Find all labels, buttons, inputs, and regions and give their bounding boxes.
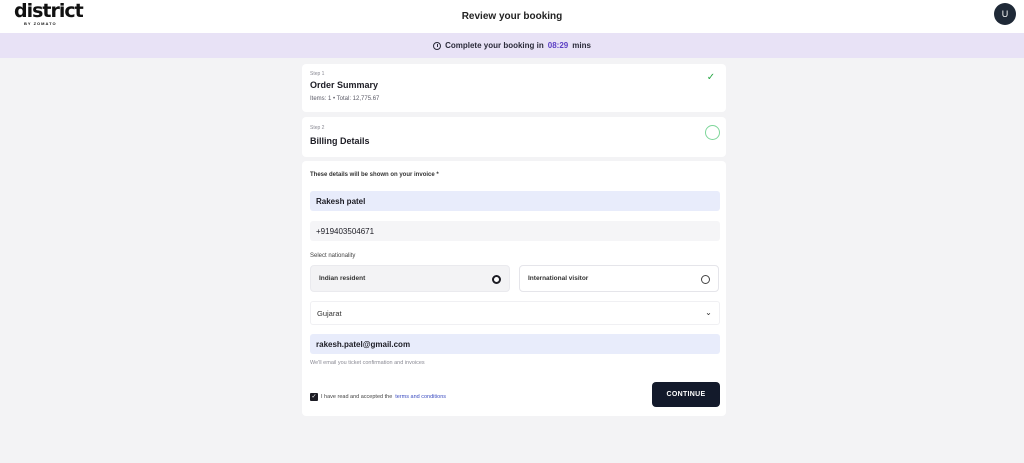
step1-title: Order Summary — [310, 80, 379, 90]
timer-prefix: Complete your booking in — [445, 41, 544, 50]
terms-checkbox[interactable]: ✓ — [310, 393, 318, 401]
check-icon: ✓ — [706, 72, 716, 83]
district-logo[interactable]: district BY ZOMATO — [14, 0, 84, 26]
radio-unselected-icon[interactable] — [701, 275, 710, 284]
option-label: Indian resident — [319, 275, 366, 282]
nationality-label: Select nationality — [310, 253, 356, 259]
state-select-value: Gujarat — [317, 308, 342, 318]
nationality-option-indian-resident[interactable]: Indian resident — [310, 265, 510, 292]
logo-tagline: BY ZOMATO — [24, 21, 57, 26]
page-title: Review your booking — [461, 11, 563, 22]
billing-details-step[interactable]: Step 2 Billing Details — [302, 117, 726, 157]
order-summary-step[interactable]: Step 1 Order Summary Items: 1 • Total: 1… — [302, 64, 726, 112]
continue-button[interactable]: CONTINUE — [652, 382, 720, 407]
phone-input[interactable] — [310, 221, 720, 241]
chevron-down-icon: ⌄ — [705, 308, 712, 317]
user-avatar[interactable]: U — [994, 3, 1016, 25]
terms-text: I have read and accepted the — [321, 394, 393, 400]
terms-row: ✓ I have read and accepted the terms and… — [310, 393, 446, 401]
email-input[interactable] — [310, 334, 720, 354]
billing-form: These details will be shown on your invo… — [302, 161, 726, 416]
terms-link[interactable]: terms and conditions — [395, 394, 446, 400]
email-hint: We'll email you ticket confirmation and … — [310, 360, 425, 366]
name-input[interactable] — [310, 191, 720, 211]
logo-wordmark: district — [14, 0, 84, 22]
booking-timer-bar: Complete your booking in 08:29 mins — [0, 33, 1024, 58]
order-summary-meta: Items: 1 • Total: 12,775.67 — [310, 96, 380, 102]
top-bar: district BY ZOMATO Review your booking U — [0, 0, 1024, 33]
step-progress-ring-icon — [705, 125, 720, 140]
radio-selected-icon[interactable] — [492, 275, 501, 284]
step1-label: Step 1 — [310, 71, 325, 77]
state-select[interactable]: Gujarat ⌄ — [310, 301, 720, 325]
stopwatch-icon — [433, 41, 442, 50]
invoice-details-heading: These details will be shown on your invo… — [310, 172, 439, 178]
timer-suffix: mins — [572, 41, 591, 50]
nationality-option-international-visitor[interactable]: International visitor — [519, 265, 719, 292]
step2-title: Billing Details — [310, 136, 370, 146]
timer-countdown: 08:29 — [547, 41, 569, 50]
option-label: International visitor — [528, 275, 589, 282]
step2-label: Step 2 — [310, 125, 325, 131]
